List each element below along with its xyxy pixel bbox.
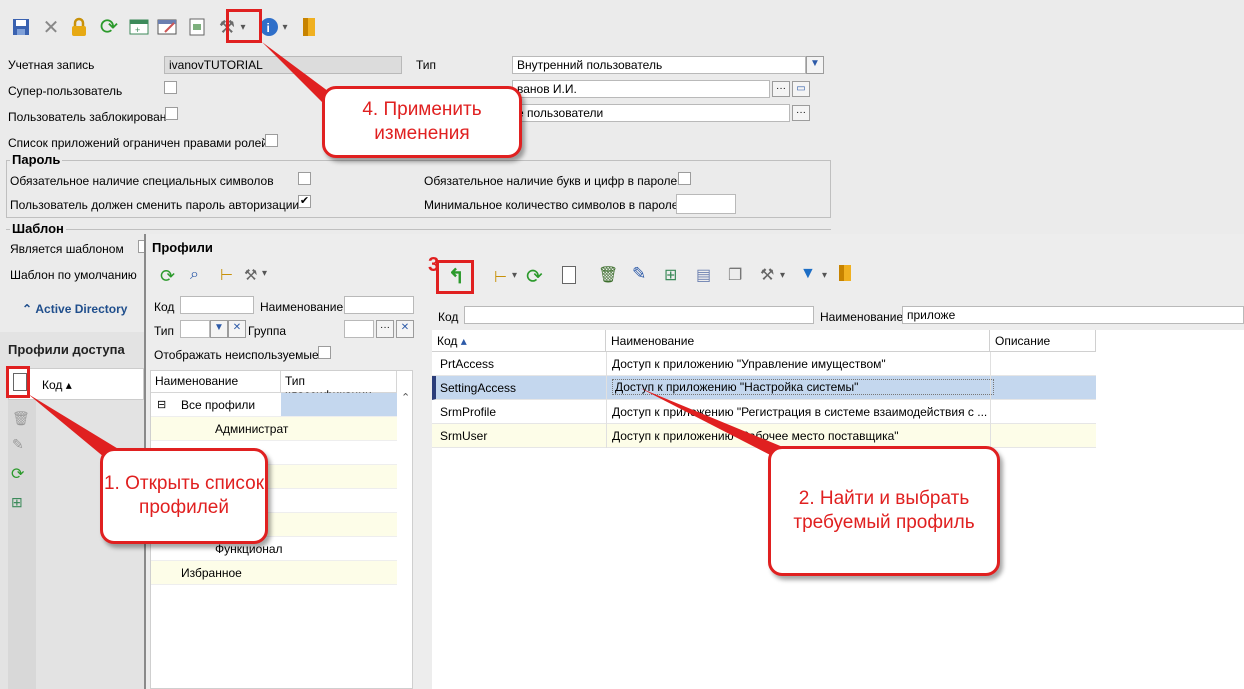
callout-step-4: 4. Применить изменения [322,86,522,158]
annotation-arrows [28,42,790,462]
callout-step-2: 2. Найти и выбрать требуемый профиль [768,446,1000,576]
callout-step-1: 1. Открыть список профилей [100,448,268,544]
arrow-2 [640,388,790,462]
